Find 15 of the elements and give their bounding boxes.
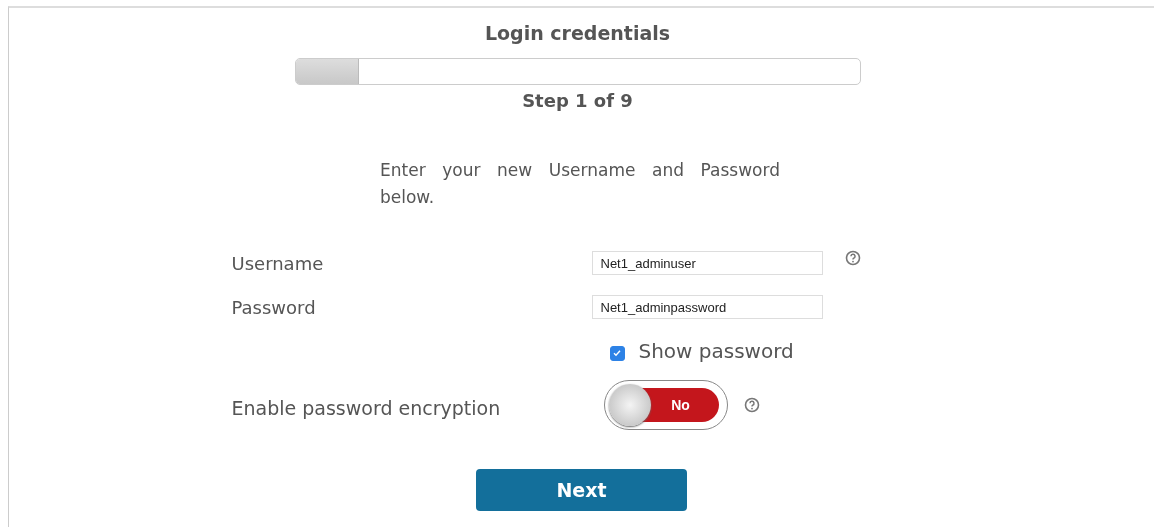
intro-text: Enter your new Username and Password below.	[380, 159, 780, 209]
field-label: Password	[231, 296, 317, 318]
next-button[interactable]: Next	[476, 469, 687, 511]
checkbox[interactable]	[609, 345, 625, 361]
step-indicator: Step 1 of 9	[522, 90, 633, 111]
field-label: Enable password encryption	[231, 397, 502, 419]
help-icon[interactable]	[844, 250, 861, 266]
text-field[interactable]: Net1_adminuser	[591, 251, 823, 275]
field-label: Username	[231, 252, 325, 274]
checkmark-icon	[612, 348, 622, 358]
checkbox-label: Show password	[638, 339, 794, 363]
toggle-switch[interactable]: No	[603, 380, 728, 430]
help-icon[interactable]	[743, 397, 760, 413]
page-title: Login credentials	[484, 22, 671, 44]
text-field[interactable]: Net1_adminpassword	[591, 295, 823, 319]
